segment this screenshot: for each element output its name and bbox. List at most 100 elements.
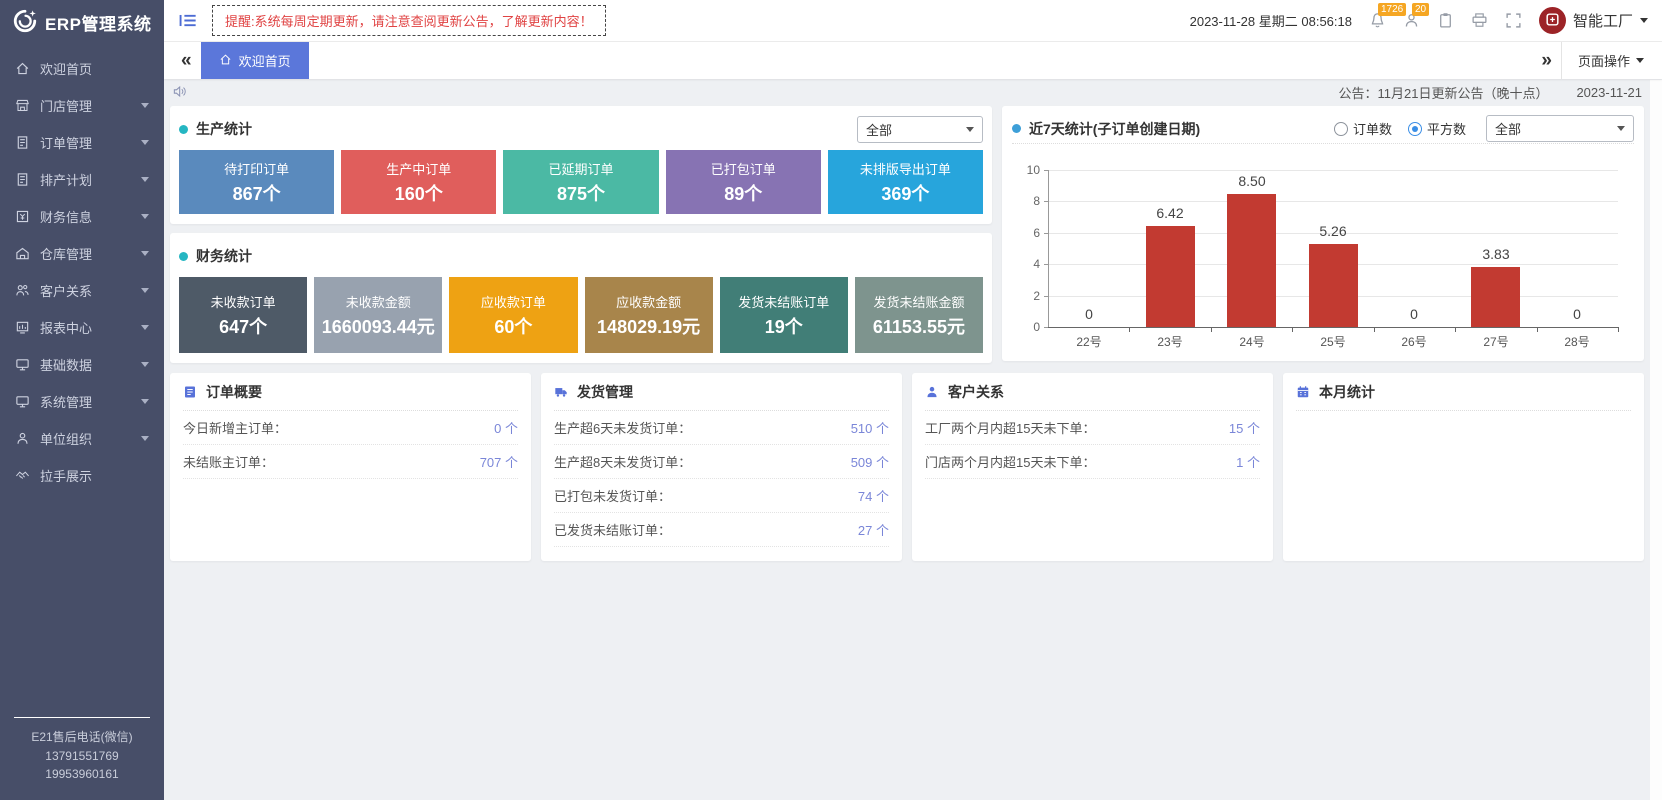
tab-label: 欢迎首页 bbox=[239, 51, 291, 70]
app-logo: ERP管理系统 bbox=[0, 0, 164, 44]
notifications-button[interactable]: 1726 bbox=[1369, 12, 1386, 29]
summary-row-value-link[interactable]: 15 个 bbox=[1229, 418, 1260, 437]
summary-row-value-link[interactable]: 0 个 bbox=[494, 418, 518, 437]
summary-panel-title: 订单概要 bbox=[206, 382, 262, 402]
page-actions-dropdown[interactable]: 页面操作 bbox=[1561, 42, 1662, 79]
summary-row: 生产超6天未发货订单： 510 个 bbox=[554, 411, 889, 445]
sidebar-item[interactable]: 报表中心 bbox=[0, 309, 164, 346]
x-axis-tick bbox=[1129, 327, 1130, 332]
stat-card[interactable]: 已延期订单 875个 bbox=[503, 150, 658, 214]
sidebar-item[interactable]: 排产计划 bbox=[0, 161, 164, 198]
section-dot bbox=[1012, 124, 1021, 133]
tab-scroll-left-icon[interactable]: « bbox=[172, 50, 201, 72]
topbar: 提醒:系统每周定期更新，请注意查阅更新公告，了解更新内容！ 2023-11-28… bbox=[164, 0, 1662, 42]
sidebar-item[interactable]: 客户关系 bbox=[0, 272, 164, 309]
stat-card[interactable]: 待打印订单 867个 bbox=[179, 150, 334, 214]
chevron-down-icon bbox=[141, 362, 149, 371]
stat-card[interactable]: 发货未结账金额 61153.55元 bbox=[855, 277, 983, 353]
x-axis-label: 26号 bbox=[1384, 333, 1444, 350]
notifications-badge: 1726 bbox=[1378, 3, 1406, 16]
summary-panel-header: 客户关系 bbox=[925, 373, 1260, 411]
content: 公告：11月21日更新公告（晚十点） 2023-11-21 生产统计 全部 bbox=[164, 79, 1662, 800]
chart-bar[interactable] bbox=[1309, 244, 1358, 327]
scrollbar-track[interactable] bbox=[1650, 80, 1662, 800]
logo-icon bbox=[12, 8, 38, 37]
fullscreen-button[interactable] bbox=[1505, 12, 1522, 29]
section-title: 财务统计 bbox=[196, 246, 252, 266]
chart-bar[interactable] bbox=[1227, 194, 1276, 327]
speaker-icon[interactable] bbox=[172, 84, 187, 102]
summary-row-value-link[interactable]: 27 个 bbox=[858, 520, 889, 539]
sidebar-item-label: 基础数据 bbox=[40, 355, 131, 374]
stat-card[interactable]: 发货未结账订单 19个 bbox=[720, 277, 848, 353]
tabbar: « 欢迎首页 » 页面操作 bbox=[164, 42, 1662, 79]
announcement-text[interactable]: 公告：11月21日更新公告（晚十点） bbox=[1338, 83, 1548, 102]
summary-row-value-link[interactable]: 74 个 bbox=[858, 486, 889, 505]
system-notice: 提醒:系统每周定期更新，请注意查阅更新公告，了解更新内容！ bbox=[212, 5, 606, 36]
user-alerts-button[interactable]: 20 bbox=[1403, 12, 1420, 29]
summary-row-value-link[interactable]: 707 个 bbox=[480, 452, 518, 471]
bar-value-label: 8.50 bbox=[1222, 173, 1282, 189]
store-icon bbox=[15, 98, 30, 113]
sidebar-item-label: 订单管理 bbox=[40, 133, 131, 152]
sidebar-item[interactable]: 订单管理 bbox=[0, 124, 164, 161]
stat-card[interactable]: 应收款订单 60个 bbox=[449, 277, 577, 353]
x-axis-label: 27号 bbox=[1466, 333, 1526, 350]
bar-value-label: 0 bbox=[1384, 306, 1444, 322]
announcement-row: 公告：11月21日更新公告（晚十点） 2023-11-21 bbox=[170, 79, 1644, 106]
tab-welcome-home[interactable]: 欢迎首页 bbox=[201, 42, 309, 79]
summary-panel: 发货管理 生产超6天未发货订单： 510 个 生产超 bbox=[541, 373, 902, 561]
sidebar-item[interactable]: 门店管理 bbox=[0, 87, 164, 124]
sidebar-item[interactable]: 拉手展示 bbox=[0, 457, 164, 494]
chart-bar[interactable] bbox=[1146, 226, 1195, 327]
monitor-icon bbox=[15, 357, 30, 372]
radio-option[interactable]: 平方数 bbox=[1408, 119, 1466, 138]
stat-card-value: 867个 bbox=[233, 180, 281, 206]
section-dot bbox=[179, 125, 188, 134]
chart-header: 近7天统计(子订单创建日期) 订单数 bbox=[1012, 114, 1634, 144]
sidebar-footer: E21售后电话(微信) 13791551769 19953960161 bbox=[14, 717, 150, 800]
sidebar: ERP管理系统 欢迎首页 门店管理 订单管理 bbox=[0, 0, 164, 800]
clipboard-icon bbox=[1437, 12, 1454, 29]
tab-scroll-right-icon[interactable]: » bbox=[1532, 50, 1561, 72]
sidebar-item[interactable]: 仓库管理 bbox=[0, 235, 164, 272]
chart-bar[interactable] bbox=[1471, 267, 1520, 327]
production-filter-select[interactable]: 全部 bbox=[857, 116, 983, 143]
home-icon bbox=[219, 53, 232, 69]
x-axis-tick bbox=[1537, 327, 1538, 332]
chart-column: 近7天统计(子订单创建日期) 订单数 bbox=[1002, 106, 1644, 363]
truck-icon bbox=[554, 385, 568, 399]
stat-card-label: 未排版导出订单 bbox=[860, 159, 951, 178]
y-axis-line bbox=[1048, 170, 1049, 327]
user-menu[interactable]: 智能工厂 bbox=[1539, 7, 1648, 34]
stat-card[interactable]: 已打包订单 89个 bbox=[666, 150, 821, 214]
clipboard-button[interactable] bbox=[1437, 12, 1454, 29]
summary-panel: 本月统计 bbox=[1283, 373, 1644, 561]
chevron-down-icon bbox=[1640, 18, 1648, 27]
chart-filter-select[interactable]: 全部 bbox=[1486, 115, 1634, 142]
production-stats-header: 生产统计 全部 bbox=[179, 114, 983, 144]
summary-row-value-link[interactable]: 510 个 bbox=[851, 418, 889, 437]
sidebar-item[interactable]: 欢迎首页 bbox=[0, 50, 164, 87]
summary-row-value-link[interactable]: 509 个 bbox=[851, 452, 889, 471]
sidebar-item[interactable]: 系统管理 bbox=[0, 383, 164, 420]
stat-card[interactable]: 应收款金额 148029.19元 bbox=[585, 277, 713, 353]
section-title: 生产统计 bbox=[196, 119, 252, 139]
datetime-display: 2023-11-28 星期二 08:56:18 bbox=[1190, 11, 1352, 30]
sidebar-item[interactable]: 财务信息 bbox=[0, 198, 164, 235]
radio-icon bbox=[1334, 122, 1348, 136]
support-phone-title: E21售后电话(微信) bbox=[14, 728, 150, 747]
summary-row-value-link[interactable]: 1 个 bbox=[1236, 452, 1260, 471]
sidebar-item[interactable]: 基础数据 bbox=[0, 346, 164, 383]
stat-card[interactable]: 未收款订单 647个 bbox=[179, 277, 307, 353]
stat-card[interactable]: 未收款金额 1660093.44元 bbox=[314, 277, 442, 353]
stat-card-label: 待打印订单 bbox=[224, 159, 289, 178]
sidebar-item[interactable]: 单位组织 bbox=[0, 420, 164, 457]
radio-option[interactable]: 订单数 bbox=[1334, 119, 1392, 138]
stat-card-label: 发货未结账订单 bbox=[738, 292, 829, 311]
stat-card[interactable]: 生产中订单 160个 bbox=[341, 150, 496, 214]
collapse-menu-icon[interactable] bbox=[178, 12, 198, 29]
stat-card[interactable]: 未排版导出订单 369个 bbox=[828, 150, 983, 214]
stat-card-label: 应收款订单 bbox=[481, 292, 546, 311]
print-button[interactable] bbox=[1471, 12, 1488, 29]
